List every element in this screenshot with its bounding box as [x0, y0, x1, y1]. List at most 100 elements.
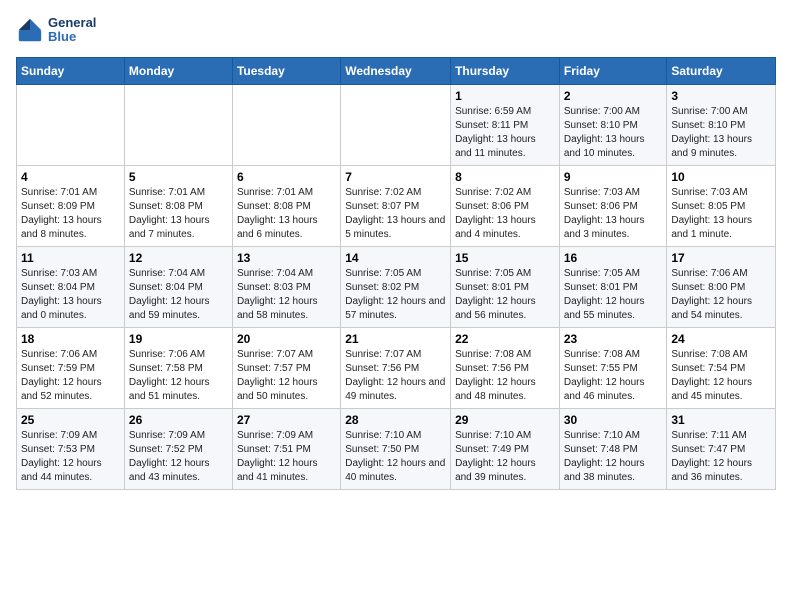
- day-number: 15: [455, 251, 555, 265]
- day-number: 1: [455, 89, 555, 103]
- calendar-cell: 31Sunrise: 7:11 AM Sunset: 7:47 PM Dayli…: [667, 408, 776, 489]
- day-info: Sunrise: 7:09 AM Sunset: 7:51 PM Dayligh…: [237, 429, 336, 485]
- day-header-thursday: Thursday: [451, 57, 560, 84]
- day-info: Sunrise: 7:09 AM Sunset: 7:52 PM Dayligh…: [129, 429, 228, 485]
- day-number: 20: [237, 332, 336, 346]
- calendar-cell: 3 Sunrise: 7:00 AM Sunset: 8:10 PM Daylig…: [667, 84, 776, 165]
- day-info: Sunrise: 7:00 AM Sunset: 8:10 PM Dayligh…: [671, 105, 771, 161]
- day-info: Sunrise: 7:04 AM Sunset: 8:03 PM Dayligh…: [237, 267, 336, 323]
- calendar-cell: 2 Sunrise: 7:00 AM Sunset: 8:10 PM Daylig…: [559, 84, 667, 165]
- calendar-week-row: 4 Sunrise: 7:01 AM Sunset: 8:09 PM Daylig…: [17, 165, 776, 246]
- calendar-cell: 28 Sunrise: 7:10 AM Sunset: 7:50 PM Dayli…: [341, 408, 451, 489]
- day-number: 27: [237, 413, 336, 427]
- calendar-cell: 21 Sunrise: 7:07 AM Sunset: 7:56 PM Dayli…: [341, 327, 451, 408]
- calendar-cell: 1 Sunrise: 6:59 AM Sunset: 8:11 PM Daylig…: [451, 84, 560, 165]
- calendar-cell: 13 Sunrise: 7:04 AM Sunset: 8:03 PM Dayli…: [232, 246, 340, 327]
- calendar-cell: 12 Sunrise: 7:04 AM Sunset: 8:04 PM Dayli…: [124, 246, 232, 327]
- day-info: Sunrise: 7:03 AM Sunset: 8:05 PM Dayligh…: [671, 186, 771, 242]
- day-info: Sunrise: 7:01 AM Sunset: 8:08 PM Dayligh…: [237, 186, 336, 242]
- day-number: 4: [21, 170, 120, 184]
- day-number: 25: [21, 413, 120, 427]
- day-number: 28: [345, 413, 446, 427]
- day-header-tuesday: Tuesday: [232, 57, 340, 84]
- day-info: Sunrise: 7:08 AM Sunset: 7:54 PM Dayligh…: [671, 348, 771, 404]
- day-number: 29: [455, 413, 555, 427]
- calendar-cell: 9 Sunrise: 7:03 AM Sunset: 8:06 PM Daylig…: [559, 165, 667, 246]
- day-info: Sunrise: 7:09 AM Sunset: 7:53 PM Dayligh…: [21, 429, 120, 485]
- calendar-cell: 30Sunrise: 7:10 AM Sunset: 7:48 PM Dayli…: [559, 408, 667, 489]
- day-number: 3: [671, 89, 771, 103]
- calendar-cell: 23 Sunrise: 7:08 AM Sunset: 7:55 PM Dayli…: [559, 327, 667, 408]
- calendar-cell: 14 Sunrise: 7:05 AM Sunset: 8:02 PM Dayli…: [341, 246, 451, 327]
- day-number: 10: [671, 170, 771, 184]
- day-info: Sunrise: 7:05 AM Sunset: 8:01 PM Dayligh…: [455, 267, 555, 323]
- day-info: Sunrise: 6:59 AM Sunset: 8:11 PM Dayligh…: [455, 105, 555, 161]
- calendar-cell: 20 Sunrise: 7:07 AM Sunset: 7:57 PM Dayli…: [232, 327, 340, 408]
- day-info: Sunrise: 7:00 AM Sunset: 8:10 PM Dayligh…: [564, 105, 663, 161]
- calendar-table: SundayMondayTuesdayWednesdayThursdayFrid…: [16, 57, 776, 490]
- day-info: Sunrise: 7:10 AM Sunset: 7:48 PM Dayligh…: [564, 429, 663, 485]
- page-header: General Blue: [16, 16, 776, 45]
- day-number: 12: [129, 251, 228, 265]
- calendar-cell: 16Sunrise: 7:05 AM Sunset: 8:01 PM Dayli…: [559, 246, 667, 327]
- day-number: 23: [564, 332, 663, 346]
- calendar-cell: 18 Sunrise: 7:06 AM Sunset: 7:59 PM Dayli…: [17, 327, 125, 408]
- calendar-cell: 29Sunrise: 7:10 AM Sunset: 7:49 PM Dayli…: [451, 408, 560, 489]
- calendar-week-row: 1 Sunrise: 6:59 AM Sunset: 8:11 PM Daylig…: [17, 84, 776, 165]
- calendar-cell: 26 Sunrise: 7:09 AM Sunset: 7:52 PM Dayli…: [124, 408, 232, 489]
- day-info: Sunrise: 7:02 AM Sunset: 8:07 PM Dayligh…: [345, 186, 446, 242]
- calendar-week-row: 25 Sunrise: 7:09 AM Sunset: 7:53 PM Dayli…: [17, 408, 776, 489]
- day-number: 19: [129, 332, 228, 346]
- calendar-week-row: 18 Sunrise: 7:06 AM Sunset: 7:59 PM Dayli…: [17, 327, 776, 408]
- day-number: 8: [455, 170, 555, 184]
- calendar-week-row: 11Sunrise: 7:03 AM Sunset: 8:04 PM Dayli…: [17, 246, 776, 327]
- day-number: 18: [21, 332, 120, 346]
- day-info: Sunrise: 7:07 AM Sunset: 7:56 PM Dayligh…: [345, 348, 446, 404]
- calendar-cell: [341, 84, 451, 165]
- day-number: 11: [21, 251, 120, 265]
- day-header-friday: Friday: [559, 57, 667, 84]
- calendar-cell: [232, 84, 340, 165]
- calendar-cell: [17, 84, 125, 165]
- day-header-wednesday: Wednesday: [341, 57, 451, 84]
- day-number: 14: [345, 251, 446, 265]
- calendar-cell: 15 Sunrise: 7:05 AM Sunset: 8:01 PM Dayli…: [451, 246, 560, 327]
- calendar-cell: 5Sunrise: 7:01 AM Sunset: 8:08 PM Daylig…: [124, 165, 232, 246]
- logo: General Blue: [16, 16, 96, 45]
- day-info: Sunrise: 7:01 AM Sunset: 8:09 PM Dayligh…: [21, 186, 120, 242]
- day-info: Sunrise: 7:01 AM Sunset: 8:08 PM Dayligh…: [129, 186, 228, 242]
- calendar-cell: [124, 84, 232, 165]
- calendar-cell: 22Sunrise: 7:08 AM Sunset: 7:56 PM Dayli…: [451, 327, 560, 408]
- day-info: Sunrise: 7:04 AM Sunset: 8:04 PM Dayligh…: [129, 267, 228, 323]
- day-info: Sunrise: 7:02 AM Sunset: 8:06 PM Dayligh…: [455, 186, 555, 242]
- day-info: Sunrise: 7:08 AM Sunset: 7:55 PM Dayligh…: [564, 348, 663, 404]
- day-info: Sunrise: 7:08 AM Sunset: 7:56 PM Dayligh…: [455, 348, 555, 404]
- day-info: Sunrise: 7:06 AM Sunset: 7:58 PM Dayligh…: [129, 348, 228, 404]
- day-info: Sunrise: 7:05 AM Sunset: 8:02 PM Dayligh…: [345, 267, 446, 323]
- day-info: Sunrise: 7:10 AM Sunset: 7:50 PM Dayligh…: [345, 429, 446, 485]
- calendar-cell: 17Sunrise: 7:06 AM Sunset: 8:00 PM Dayli…: [667, 246, 776, 327]
- calendar-cell: 19 Sunrise: 7:06 AM Sunset: 7:58 PM Dayli…: [124, 327, 232, 408]
- day-number: 21: [345, 332, 446, 346]
- day-number: 2: [564, 89, 663, 103]
- day-info: Sunrise: 7:06 AM Sunset: 7:59 PM Dayligh…: [21, 348, 120, 404]
- day-number: 9: [564, 170, 663, 184]
- day-number: 24: [671, 332, 771, 346]
- day-number: 26: [129, 413, 228, 427]
- day-info: Sunrise: 7:03 AM Sunset: 8:06 PM Dayligh…: [564, 186, 663, 242]
- logo-icon: [16, 16, 44, 44]
- calendar-cell: 11Sunrise: 7:03 AM Sunset: 8:04 PM Dayli…: [17, 246, 125, 327]
- calendar-cell: 7 Sunrise: 7:02 AM Sunset: 8:07 PM Daylig…: [341, 165, 451, 246]
- calendar-cell: 8 Sunrise: 7:02 AM Sunset: 8:06 PM Daylig…: [451, 165, 560, 246]
- day-number: 7: [345, 170, 446, 184]
- day-info: Sunrise: 7:05 AM Sunset: 8:01 PM Dayligh…: [564, 267, 663, 323]
- day-header-sunday: Sunday: [17, 57, 125, 84]
- day-info: Sunrise: 7:07 AM Sunset: 7:57 PM Dayligh…: [237, 348, 336, 404]
- calendar-cell: 4 Sunrise: 7:01 AM Sunset: 8:09 PM Daylig…: [17, 165, 125, 246]
- calendar-cell: 10 Sunrise: 7:03 AM Sunset: 8:05 PM Dayli…: [667, 165, 776, 246]
- day-number: 6: [237, 170, 336, 184]
- calendar-body: 1 Sunrise: 6:59 AM Sunset: 8:11 PM Daylig…: [17, 84, 776, 489]
- calendar-cell: 25 Sunrise: 7:09 AM Sunset: 7:53 PM Dayli…: [17, 408, 125, 489]
- day-number: 13: [237, 251, 336, 265]
- day-number: 17: [671, 251, 771, 265]
